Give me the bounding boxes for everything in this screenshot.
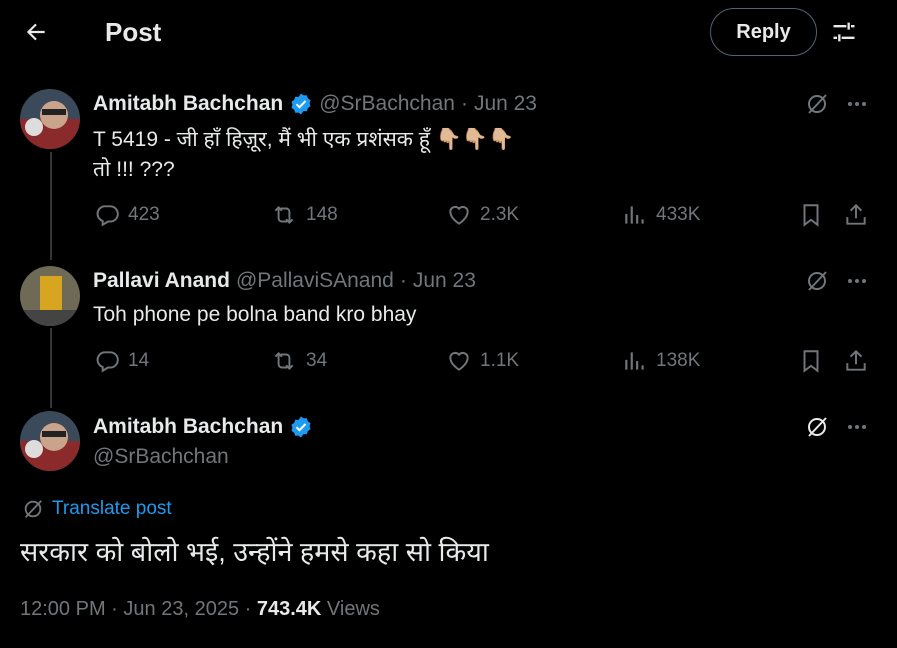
bookmark-icon bbox=[803, 204, 819, 227]
author-handle[interactable]: @SrBachchan bbox=[319, 92, 455, 116]
repost-count: 148 bbox=[306, 204, 338, 225]
main-tweet-handle-row: @SrBachchan bbox=[93, 445, 229, 469]
tweet-text-line: तो !!! ??? bbox=[93, 158, 175, 181]
avatar[interactable] bbox=[20, 89, 80, 149]
verified-badge-icon bbox=[289, 92, 313, 116]
author-name[interactable]: Amitabh Bachchan bbox=[93, 92, 283, 116]
like-count: 1.1K bbox=[480, 350, 520, 371]
bookmark-icon bbox=[803, 350, 819, 373]
tweet-header: Pallavi Anand @PallaviSAnand · Jun 23 bbox=[93, 269, 476, 293]
share-action[interactable] bbox=[843, 348, 869, 374]
comment-icon bbox=[96, 205, 119, 227]
views-count: 433K bbox=[656, 204, 701, 225]
like-count: 2.3K bbox=[480, 204, 520, 225]
grok-icon[interactable] bbox=[804, 91, 830, 117]
tweet-full-date[interactable]: Jun 23, 2025 bbox=[123, 598, 239, 620]
heart-icon bbox=[449, 351, 469, 371]
separator: · bbox=[460, 92, 468, 115]
translate-post-link[interactable]: Translate post bbox=[22, 498, 172, 520]
tweet-text-line: T 5419 - जी हाँ हिज़ूर, मैं भी एक प्रशंस… bbox=[93, 128, 515, 151]
reply-button[interactable]: Reply bbox=[710, 8, 817, 56]
reply-count: 423 bbox=[128, 204, 160, 225]
main-tweet-name-row: Amitabh Bachchan bbox=[93, 415, 313, 439]
verified-badge-icon bbox=[289, 415, 313, 439]
reply-action[interactable]: 14 bbox=[94, 348, 149, 374]
repost-icon bbox=[274, 206, 294, 224]
sliders-icon bbox=[833, 22, 855, 42]
reply-action[interactable]: 423 bbox=[94, 202, 160, 228]
repost-icon bbox=[274, 352, 294, 370]
tweet-date[interactable]: Jun 23 bbox=[413, 269, 476, 293]
arrow-left-icon bbox=[26, 23, 45, 41]
author-handle[interactable]: @SrBachchan bbox=[93, 445, 229, 469]
back-button[interactable] bbox=[18, 14, 54, 50]
tweet-date[interactable]: Jun 23 bbox=[474, 92, 537, 116]
header-bar: Post Reply bbox=[0, 0, 897, 64]
grok-icon bbox=[24, 500, 42, 518]
repost-action[interactable]: 148 bbox=[270, 202, 338, 228]
tweet-text-line: Toh phone pe bolna band kro bhay bbox=[93, 303, 417, 326]
views-action[interactable]: 138K bbox=[622, 348, 700, 374]
author-name[interactable]: Amitabh Bachchan bbox=[93, 415, 283, 439]
views-action[interactable]: 433K bbox=[622, 202, 700, 228]
heart-icon bbox=[449, 205, 469, 225]
translate-label: Translate post bbox=[52, 498, 172, 519]
more-options-icon[interactable] bbox=[844, 91, 870, 117]
separator: · bbox=[244, 598, 252, 620]
thread-line bbox=[50, 328, 52, 408]
tweet-header: Amitabh Bachchan @SrBachchan · Jun 23 bbox=[93, 92, 537, 116]
bookmark-action[interactable] bbox=[798, 348, 824, 374]
more-options-icon[interactable] bbox=[844, 268, 870, 294]
repost-count: 34 bbox=[306, 350, 328, 371]
author-name[interactable]: Pallavi Anand bbox=[93, 269, 230, 293]
views-chart-icon bbox=[625, 206, 644, 224]
grok-icon[interactable] bbox=[804, 414, 830, 440]
like-action[interactable]: 2.3K bbox=[446, 202, 519, 228]
separator: · bbox=[111, 598, 118, 620]
avatar[interactable] bbox=[20, 411, 80, 471]
settings-button[interactable] bbox=[828, 16, 860, 48]
separator: · bbox=[399, 269, 407, 292]
views-count: 138K bbox=[656, 350, 701, 371]
page-title: Post bbox=[105, 17, 162, 47]
tweet-meta: 12:00 PM · Jun 23, 2025 · 743.4K Views bbox=[20, 598, 380, 621]
tweet-time[interactable]: 12:00 PM bbox=[20, 598, 106, 620]
main-tweet-text: सरकार को बोलो भई, उन्होंने हमसे कहा सो क… bbox=[20, 537, 489, 567]
share-action[interactable] bbox=[843, 202, 869, 228]
grok-icon[interactable] bbox=[804, 268, 830, 294]
avatar[interactable] bbox=[20, 266, 80, 326]
bookmark-action[interactable] bbox=[798, 202, 824, 228]
thread-line bbox=[50, 152, 52, 260]
share-icon bbox=[846, 349, 866, 371]
views-label: Views bbox=[326, 598, 380, 620]
share-icon bbox=[846, 203, 866, 225]
views-count: 743.4K bbox=[256, 598, 322, 620]
author-handle[interactable]: @PallaviSAnand bbox=[236, 269, 394, 293]
more-options-icon[interactable] bbox=[844, 414, 870, 440]
comment-icon bbox=[96, 351, 119, 373]
repost-action[interactable]: 34 bbox=[270, 348, 327, 374]
like-action[interactable]: 1.1K bbox=[446, 348, 519, 374]
reply-count: 14 bbox=[128, 350, 150, 371]
views-chart-icon bbox=[625, 352, 644, 370]
